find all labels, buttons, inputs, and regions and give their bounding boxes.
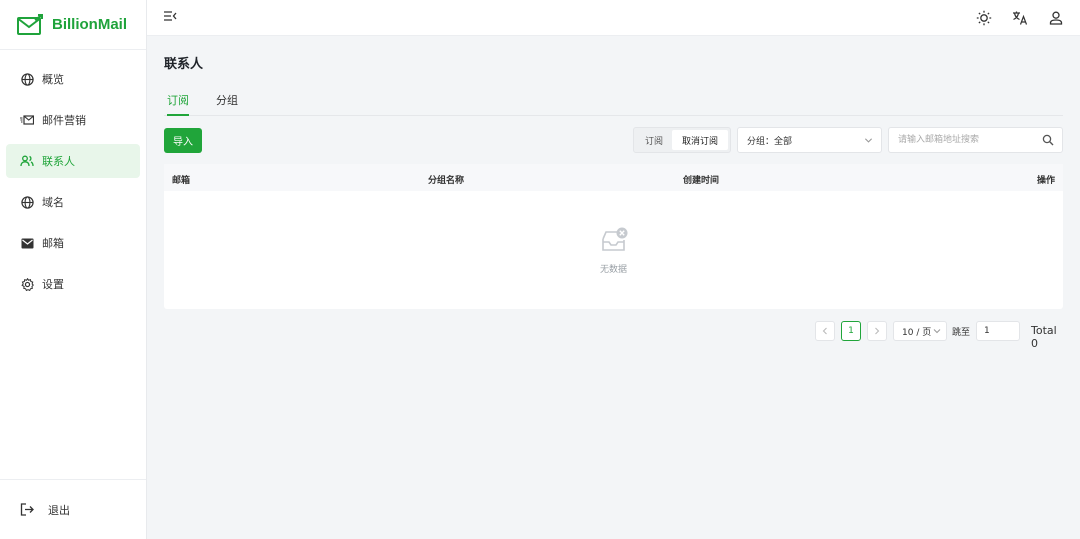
search-icon[interactable] xyxy=(1042,134,1054,146)
column-header-created-time: 创建时间 xyxy=(683,176,720,186)
globe-icon xyxy=(20,72,34,86)
search-box xyxy=(888,127,1063,153)
next-page-button[interactable] xyxy=(867,321,887,341)
sidebar-item-label: 邮箱 xyxy=(42,237,64,250)
empty-inbox-icon xyxy=(601,227,627,251)
sidebar-item-overview[interactable]: 概览 xyxy=(6,62,140,96)
logout-button[interactable]: 退出 xyxy=(0,479,146,539)
subscription-segment: 订阅 取消订阅 xyxy=(633,127,731,153)
logo-mail-icon xyxy=(17,13,43,35)
column-header-email: 邮箱 xyxy=(172,176,191,186)
logout-icon xyxy=(20,502,34,517)
chevron-right-icon xyxy=(875,327,880,335)
page-button-current[interactable]: 1 xyxy=(841,321,861,341)
sun-icon[interactable] xyxy=(975,9,993,27)
menu-collapse-icon[interactable] xyxy=(163,10,179,26)
group-select-value: 分组：全部 xyxy=(747,136,793,147)
envelope-icon xyxy=(20,236,34,250)
import-button[interactable]: 导入 xyxy=(164,128,202,153)
user-icon[interactable] xyxy=(1047,9,1065,27)
sidebar-item-label: 联系人 xyxy=(42,155,75,168)
table-header: 邮箱 分组名称 创建时间 操作 xyxy=(164,164,1063,191)
contacts-table: 邮箱 分组名称 创建时间 操作 无数据 xyxy=(164,164,1063,309)
group-select[interactable]: 分组：全部 xyxy=(737,127,882,153)
segment-unsubscribe[interactable]: 取消订阅 xyxy=(672,130,728,150)
column-header-group-name: 分组名称 xyxy=(428,176,465,186)
tab-groups[interactable]: 分组 xyxy=(216,92,238,116)
chevron-left-icon xyxy=(822,327,827,335)
logout-label: 退出 xyxy=(48,503,70,517)
sidebar: BillionMail 概览 邮件营销 联系人 域名 邮箱 设置 退出 xyxy=(0,0,147,539)
gear-icon xyxy=(20,277,34,291)
sidebar-item-label: 邮件营销 xyxy=(42,114,86,127)
chevron-down-icon xyxy=(933,329,941,334)
mail-send-icon xyxy=(20,113,34,127)
page-title: 联系人 xyxy=(164,57,204,72)
column-header-actions: 操作 xyxy=(1036,176,1055,186)
tab-bar: 订阅 分组 xyxy=(164,91,1063,116)
sidebar-nav: 概览 邮件营销 联系人 域名 邮箱 设置 xyxy=(0,50,146,301)
goto-label: 跳至 xyxy=(952,328,971,338)
segment-subscribe[interactable]: 订阅 xyxy=(636,130,672,150)
sidebar-item-settings[interactable]: 设置 xyxy=(6,267,140,301)
page-size-value: 10 / 页 xyxy=(902,327,932,338)
top-header xyxy=(147,0,1080,36)
prev-page-button[interactable] xyxy=(815,321,835,341)
globe-icon xyxy=(20,195,34,209)
sidebar-item-label: 概览 xyxy=(42,73,64,86)
sidebar-item-domain[interactable]: 域名 xyxy=(6,185,140,219)
search-input[interactable] xyxy=(889,128,1034,152)
total-count: Total 0 xyxy=(1031,324,1057,350)
goto-page-input[interactable]: 1 xyxy=(976,321,1020,341)
brand-name: BillionMail xyxy=(52,16,127,33)
page-size-select[interactable]: 10 / 页 xyxy=(893,321,947,341)
pagination: 1 10 / 页 跳至 1 Total 0 xyxy=(164,321,1064,350)
sidebar-item-email-marketing[interactable]: 邮件营销 xyxy=(6,103,140,137)
sidebar-item-label: 设置 xyxy=(42,278,64,291)
brand[interactable]: BillionMail xyxy=(0,0,146,50)
chevron-down-icon xyxy=(864,138,873,143)
tab-subscribe[interactable]: 订阅 xyxy=(167,92,189,116)
sidebar-item-contacts[interactable]: 联系人 xyxy=(6,144,140,178)
empty-state: 无数据 xyxy=(164,226,1063,275)
users-icon xyxy=(20,154,34,168)
sidebar-item-mailbox[interactable]: 邮箱 xyxy=(6,226,140,260)
sidebar-item-label: 域名 xyxy=(42,196,64,209)
translate-icon[interactable] xyxy=(1011,9,1029,27)
empty-state-text: 无数据 xyxy=(599,265,627,275)
